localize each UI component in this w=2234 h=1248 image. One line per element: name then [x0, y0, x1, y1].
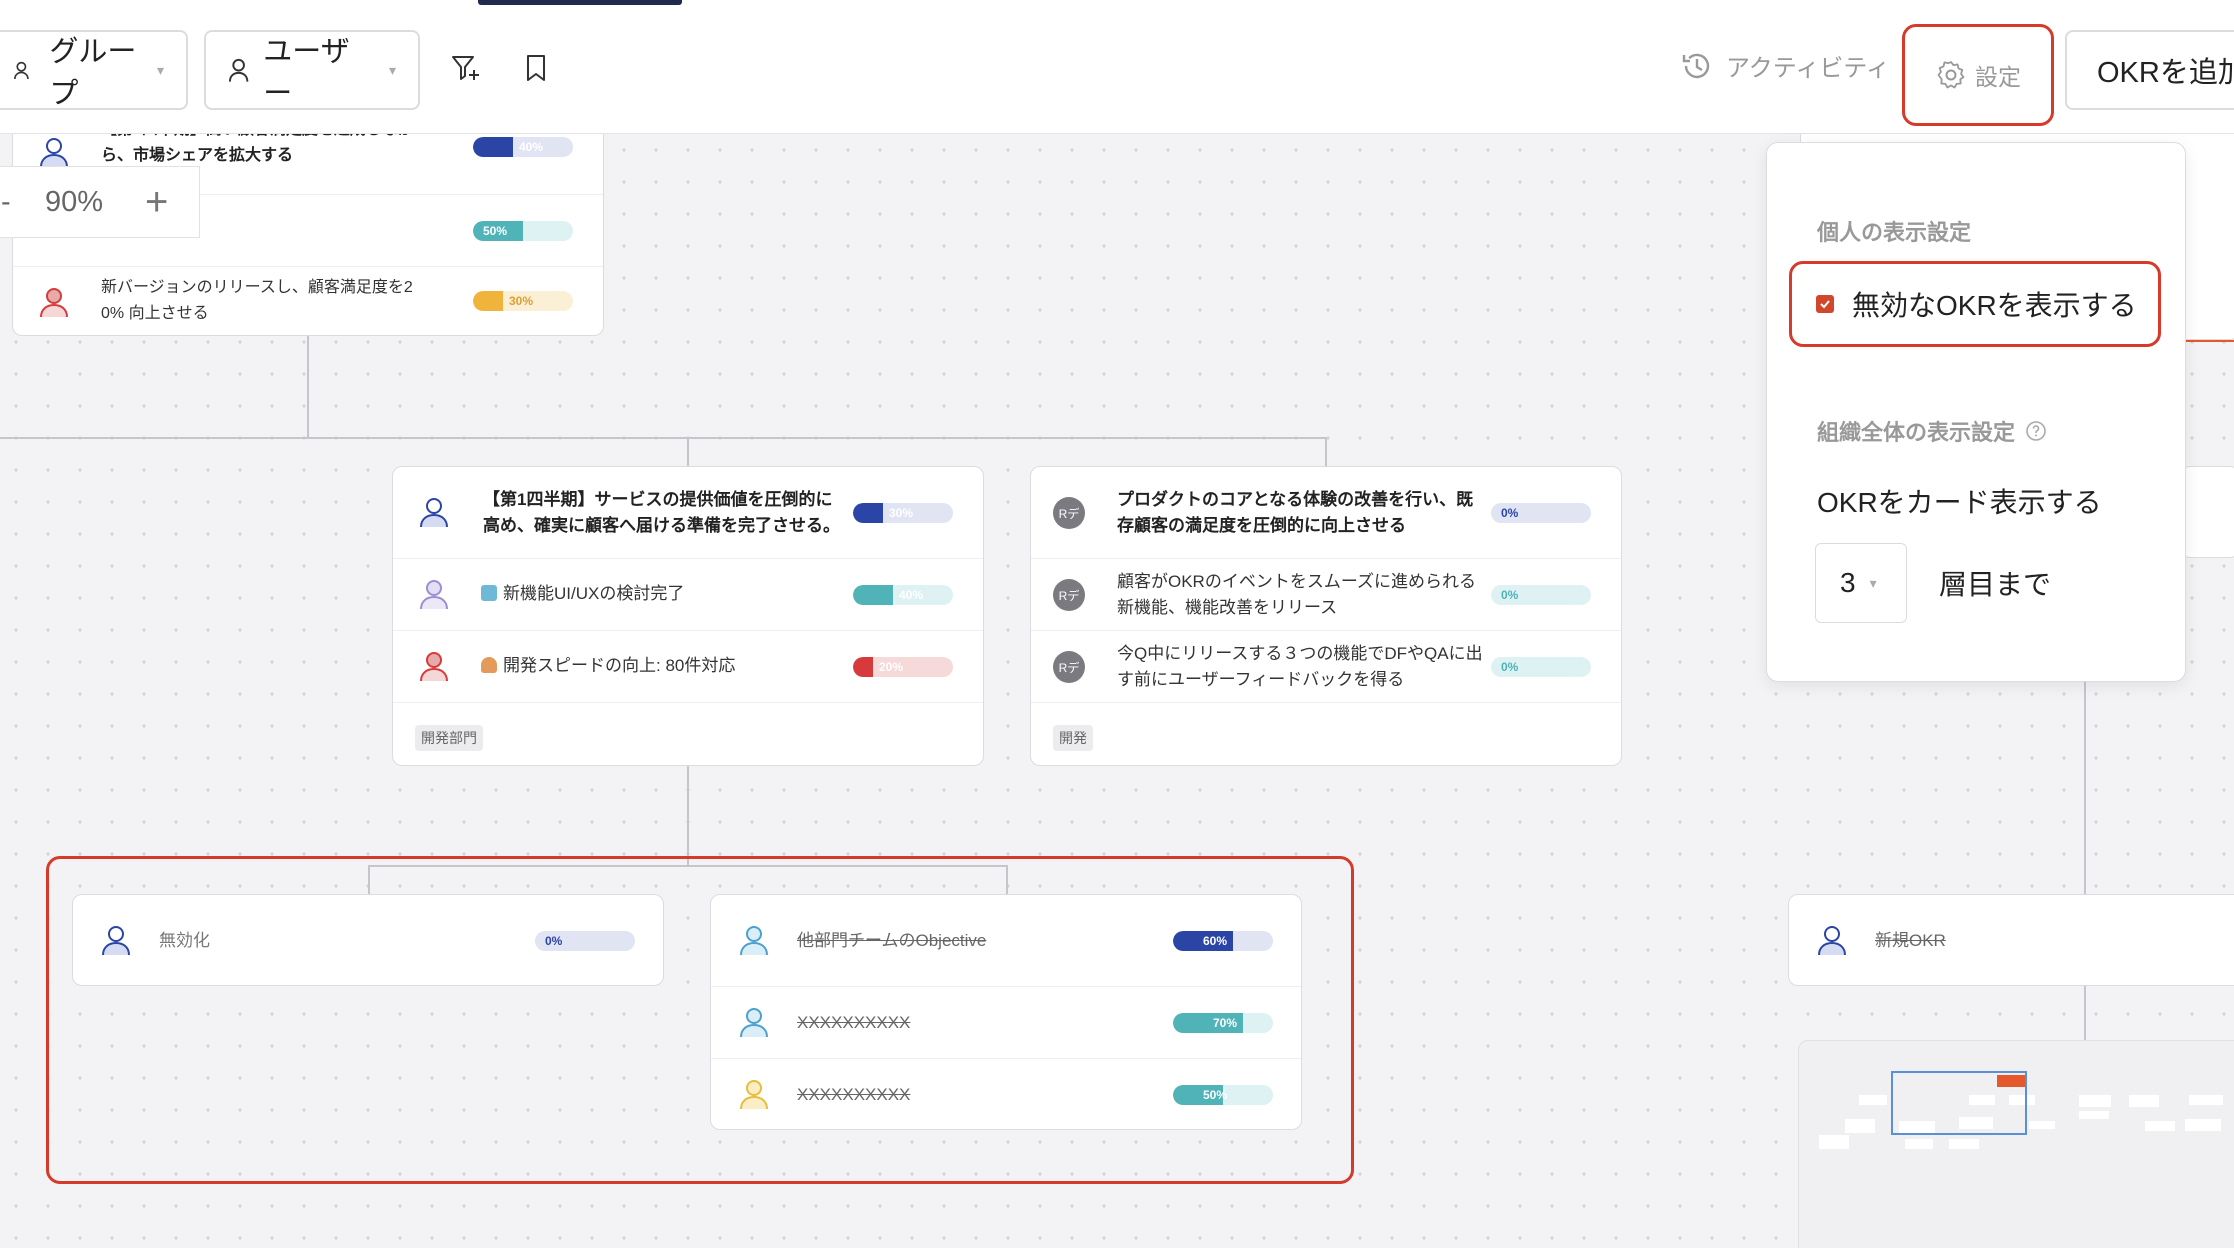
okr-row[interactable]: 他部門チームのObjective 60%	[711, 895, 1301, 987]
user-avatar-icon	[102, 926, 130, 956]
progress-bar: 50%	[1173, 1085, 1273, 1105]
history-icon	[1682, 53, 1710, 78]
connector	[2084, 985, 2086, 1045]
zoom-level: 90%	[45, 185, 104, 218]
okr-row[interactable]: 【第1四半期】サービスの提供価値を圧倒的に 高め、確実に顧客へ届ける準備を完了さ…	[393, 467, 983, 559]
team-avatar: Rデ	[1053, 651, 1085, 683]
department-tag: 開発	[1053, 725, 1093, 751]
help-icon[interactable]	[2025, 420, 2047, 442]
progress-bar: 50%	[473, 221, 573, 241]
zoom-control: - 90% +	[0, 166, 200, 238]
person-icon	[481, 657, 497, 673]
user-avatar-icon	[740, 926, 768, 956]
accent-line	[2186, 340, 2234, 342]
chevron-down-icon: ▾	[1869, 574, 1877, 591]
show-disabled-okr-label: 無効なOKRを表示する	[1852, 290, 2137, 321]
progress-bar: 0%	[1491, 503, 1591, 523]
user-avatar-icon	[740, 1008, 768, 1038]
user-avatar-icon	[420, 580, 448, 610]
activity-label: アクティビティ	[1726, 55, 1890, 82]
filter-plus-icon	[452, 56, 479, 80]
bookmark-icon	[527, 55, 545, 81]
org-settings-heading-text: 組織全体の表示設定	[1817, 420, 2016, 445]
zoom-out-button[interactable]: -	[0, 186, 19, 219]
team-avatar: Rデ	[1053, 579, 1085, 611]
user-avatar-icon	[420, 652, 448, 682]
personal-settings-heading: 個人の表示設定	[1817, 220, 1972, 245]
user-filter-dropdown[interactable]: ユーザー ▾	[204, 30, 420, 110]
progress-bar: 60%	[1173, 931, 1273, 951]
settings-label: 設定	[1975, 64, 2021, 90]
add-okr-button[interactable]: OKRを追加	[2065, 30, 2234, 110]
card-display-label: OKRをカード表示する	[1817, 487, 2102, 518]
user-avatar-icon	[420, 498, 448, 528]
progress-bar: 30%	[473, 291, 573, 311]
user-avatar-icon	[740, 1080, 768, 1110]
okr-row[interactable]: 新機能UI/UXの検討完了 40%	[393, 559, 983, 631]
gear-icon	[1937, 61, 1965, 89]
progress-bar: 40%	[473, 137, 573, 157]
okr-row[interactable]: Rデ 顧客がOKRのイベントをスムーズに進められる 新機能、機能改善をリリース …	[1031, 559, 1621, 631]
settings-panel: 個人の表示設定 無効なOKRを表示する 組織全体の表示設定 OKRをカード表示す…	[1766, 142, 2186, 682]
okr-card-disabled[interactable]: 無効化 0%	[72, 894, 664, 986]
okr-row[interactable]: XXXXXXXXXX 70%	[711, 987, 1301, 1059]
okr-card-other-dept[interactable]: 他部門チームのObjective 60% XXXXXXXXXX 70% XXXX…	[710, 894, 1302, 1130]
okr-row[interactable]: 開発スピードの向上: 80件対応 20%	[393, 631, 983, 703]
connector	[0, 437, 1327, 439]
bookmark-button[interactable]	[516, 48, 556, 88]
group-filter-dropdown[interactable]: グループ ▾	[0, 30, 188, 110]
add-filter-button[interactable]	[446, 48, 486, 88]
okr-row[interactable]: Rデ 今Q中にリリースする３つの機能でDFやQAに出 す前にユーザーフィードバッ…	[1031, 631, 1621, 703]
show-disabled-okr-checkbox[interactable]	[1816, 295, 1834, 313]
user-filter-label: ユーザー	[263, 36, 350, 110]
level-select-value: 3	[1840, 567, 1856, 598]
active-tab-indicator	[478, 0, 682, 5]
minimap[interactable]	[1798, 1040, 2234, 1248]
user-avatar-icon	[40, 138, 68, 168]
connector	[1325, 437, 1327, 467]
okr-card-product[interactable]: Rデ プロダクトのコアとなる体験の改善を行い、既 存顧客の満足度を圧倒的に向上さ…	[1030, 466, 1622, 766]
department-tag: 開発部門	[415, 725, 483, 751]
minimap-viewport[interactable]	[1891, 1071, 2027, 1135]
level-suffix-label: 層目まで	[1939, 569, 2052, 600]
chevron-down-icon: ▾	[156, 61, 164, 78]
user-avatar-icon	[40, 288, 68, 318]
org-settings-heading: 組織全体の表示設定	[1817, 415, 2047, 447]
checkmark-icon	[1820, 300, 1830, 309]
show-disabled-okr-option[interactable]: 無効なOKRを表示する	[1789, 261, 2161, 347]
okr-card-partial[interactable]	[2180, 466, 2234, 558]
team-avatar: Rデ	[1053, 497, 1085, 529]
level-select[interactable]: 3 ▾	[1815, 543, 1907, 623]
connector	[687, 766, 689, 866]
add-okr-label: OKRを追加	[2097, 57, 2234, 89]
okr-row[interactable]: XXXXXXXXXX 50%	[711, 1059, 1301, 1131]
connector	[2084, 680, 2086, 896]
progress-bar: 40%	[853, 585, 953, 605]
user-avatar-icon	[1818, 926, 1846, 956]
connector	[687, 437, 689, 467]
connector	[307, 336, 309, 438]
okr-card-dev[interactable]: 【第1四半期】サービスの提供価値を圧倒的に 高め、確実に顧客へ届ける準備を完了さ…	[392, 466, 984, 766]
team-icon	[481, 585, 497, 601]
progress-bar: 20%	[853, 657, 953, 677]
okr-row[interactable]: Rデ プロダクトのコアとなる体験の改善を行い、既 存顧客の満足度を圧倒的に向上さ…	[1031, 467, 1621, 559]
group-filter-label: グループ	[49, 36, 137, 110]
progress-bar: 30%	[853, 503, 953, 523]
group-icon	[14, 61, 29, 80]
okr-card-new[interactable]: 新規OKR	[1788, 894, 2234, 986]
progress-bar: 0%	[1491, 585, 1591, 605]
progress-bar: 70%	[1173, 1013, 1273, 1033]
progress-bar: 0%	[1491, 657, 1591, 677]
chevron-down-icon: ▾	[388, 61, 396, 78]
activity-button[interactable]: アクティビティ	[1680, 48, 1890, 83]
settings-button[interactable]: 設定	[1902, 24, 2054, 126]
progress-bar: 0%	[535, 931, 635, 951]
top-toolbar: グループ ▾ ユーザー ▾ アクティビティ 設定 OKRを追加	[0, 0, 2234, 134]
zoom-in-button[interactable]: +	[145, 180, 168, 225]
okr-row[interactable]: 新バージョンのリリースし、顧客満足度を2 0% 向上させる 30%	[13, 267, 603, 337]
user-icon	[228, 58, 249, 82]
